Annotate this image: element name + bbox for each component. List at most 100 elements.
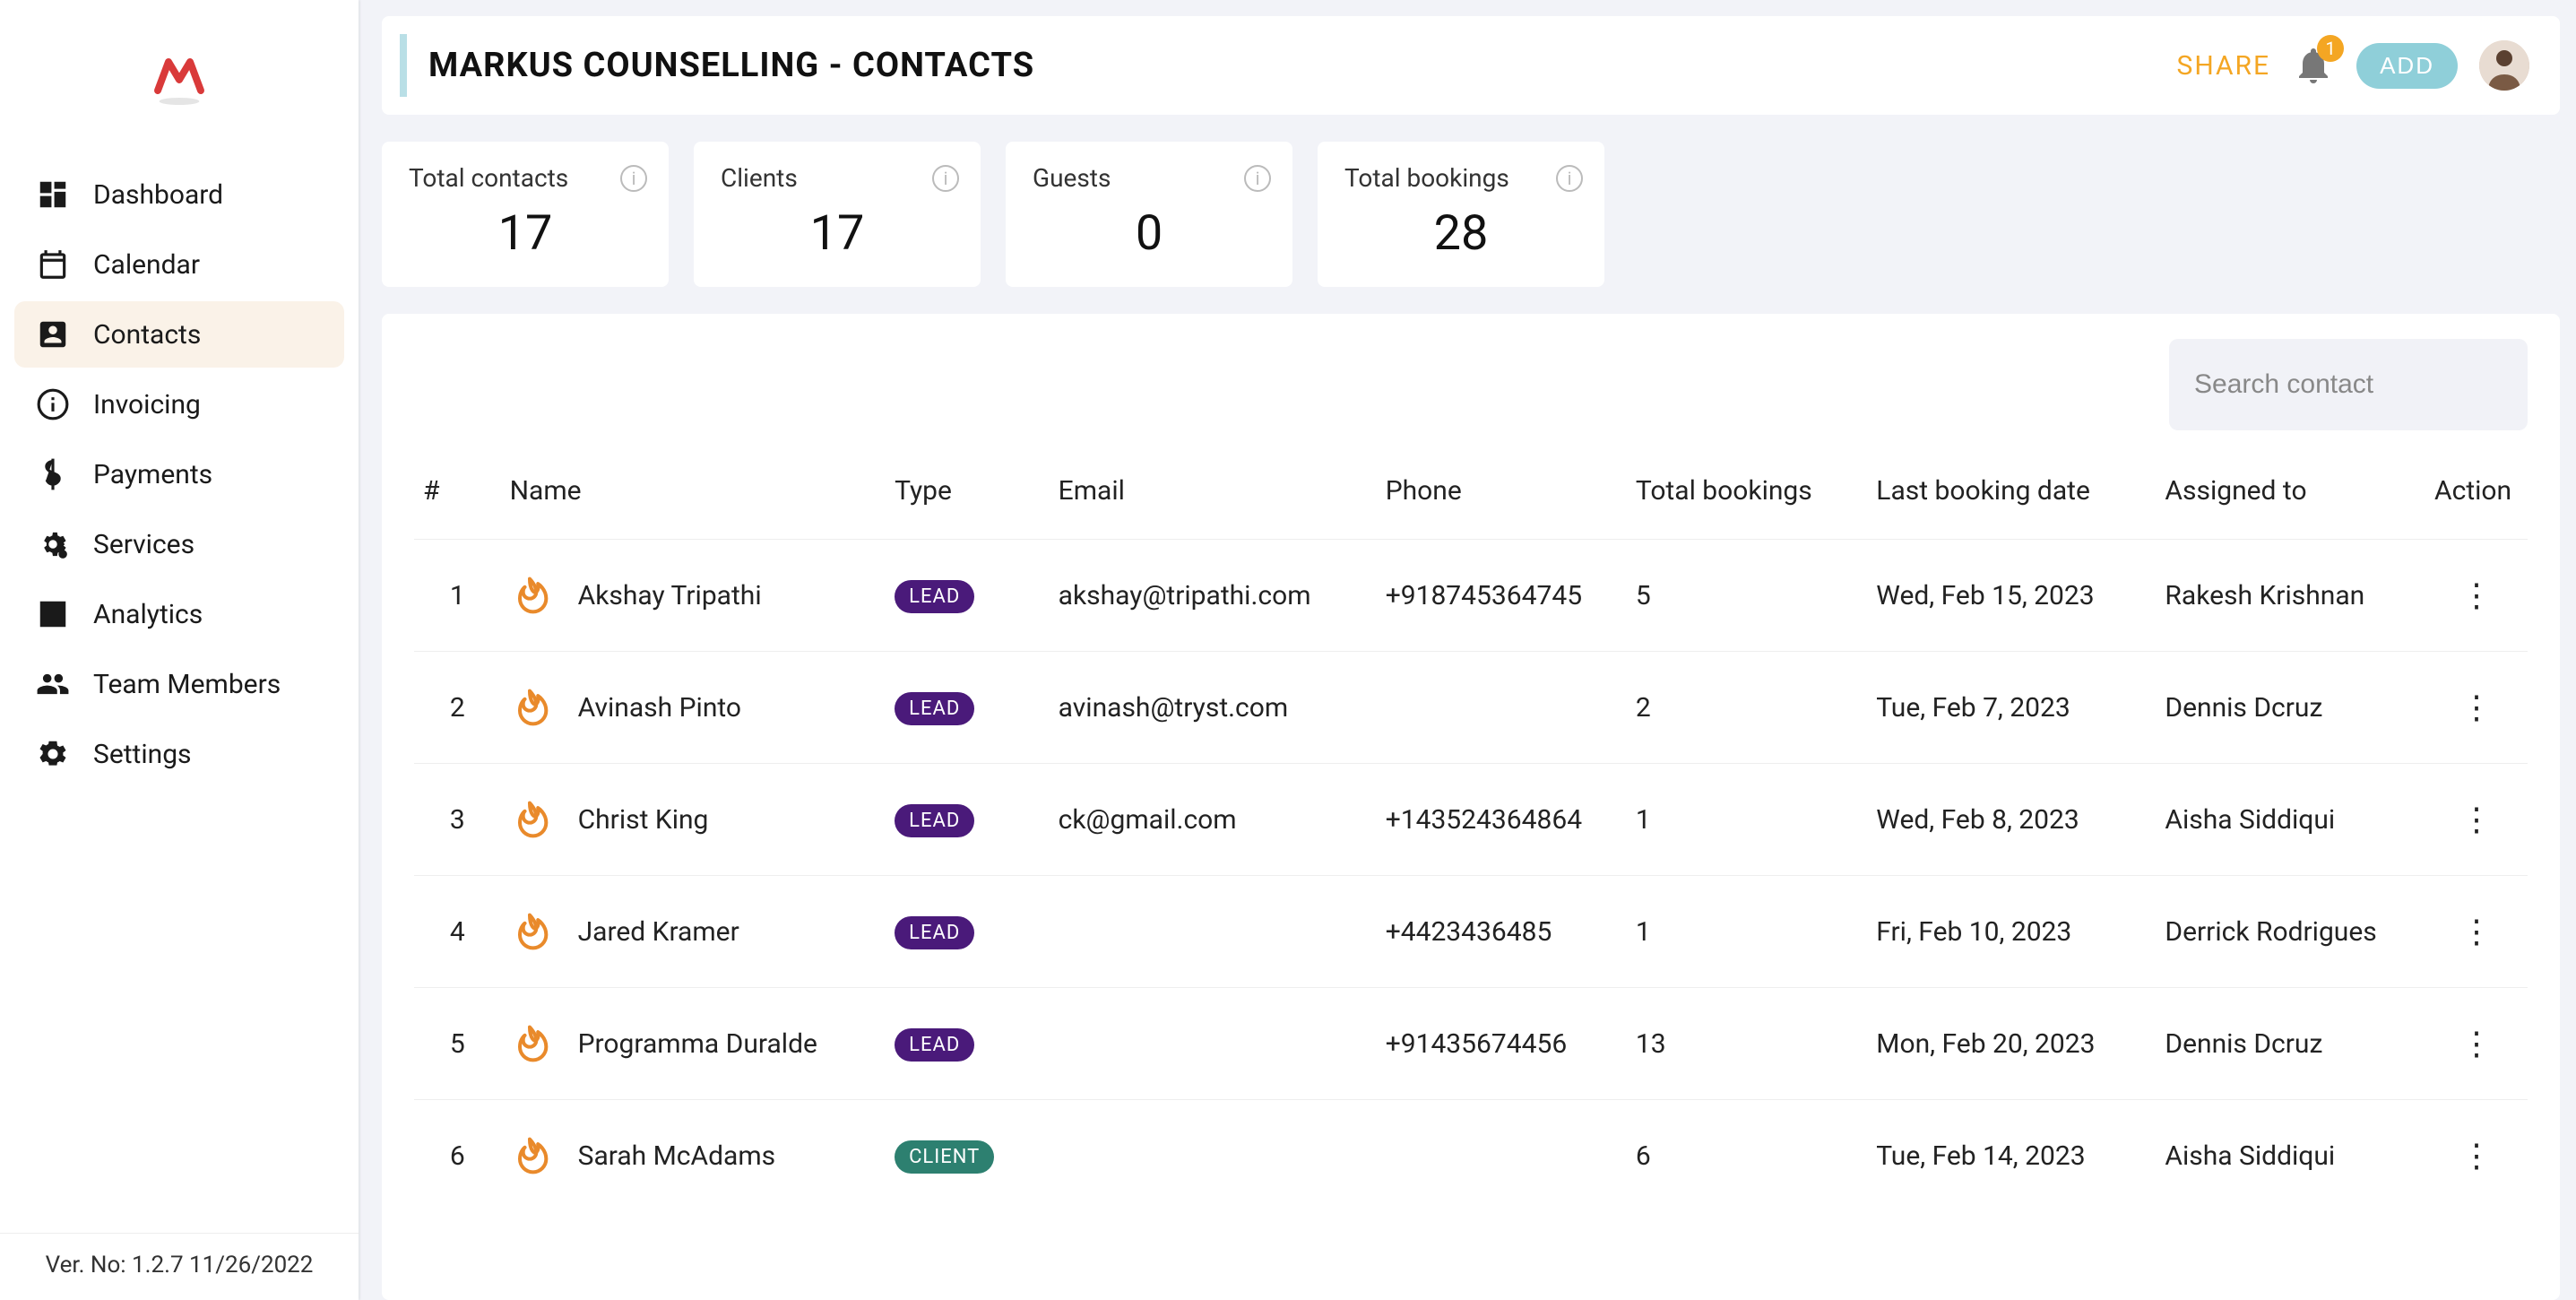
contacts-table: # Name Type Email Phone Total bookings L… — [414, 457, 2528, 1211]
dashboard-icon — [36, 178, 70, 212]
settings-icon — [36, 737, 70, 771]
notifications-button[interactable]: 1 — [2292, 44, 2335, 87]
sidebar-item-team-members[interactable]: Team Members — [14, 651, 344, 717]
payments-icon — [36, 457, 70, 491]
contact-assigned: Dennis Dcruz — [2156, 988, 2425, 1100]
contact-bookings: 5 — [1627, 540, 1867, 652]
contact-bookings: 6 — [1627, 1100, 1867, 1212]
stat-value: 28 — [1344, 205, 1578, 262]
contact-email: ck@gmail.com — [1050, 764, 1377, 876]
contact-assigned: Dennis Dcruz — [2156, 652, 2425, 764]
sidebar-item-label: Contacts — [93, 319, 201, 351]
services-icon — [36, 527, 70, 561]
calendar-icon — [36, 247, 70, 282]
col-type: Type — [886, 457, 1050, 540]
stat-value: 17 — [721, 205, 954, 262]
sidebar-item-settings[interactable]: Settings — [14, 721, 344, 787]
row-number: 4 — [414, 876, 501, 988]
col-bookings: Total bookings — [1627, 457, 1867, 540]
contact-email — [1050, 1100, 1377, 1212]
col-last: Last booking date — [1867, 457, 2156, 540]
stat-label: Clients — [721, 163, 954, 193]
table-row[interactable]: 2 Avinash Pinto LEAD avinash@tryst.com 2… — [414, 652, 2528, 764]
type-badge: LEAD — [895, 1028, 974, 1062]
sidebar-item-contacts[interactable]: Contacts — [14, 301, 344, 368]
sidebar-item-invoicing[interactable]: Invoicing — [14, 371, 344, 438]
stats-row: Total contacts 17 i Clients 17 i Guests … — [382, 142, 2560, 287]
sidebar-item-label: Analytics — [93, 599, 203, 630]
contact-name: Christ King — [578, 804, 709, 836]
avatar[interactable] — [2479, 40, 2529, 91]
contact-last-date: Fri, Feb 10, 2023 — [1867, 876, 2156, 988]
name-cell: Christ King — [510, 800, 877, 839]
main: MARKUS COUNSELLING - CONTACTS SHARE 1 AD… — [359, 0, 2576, 1300]
contact-last-date: Mon, Feb 20, 2023 — [1867, 988, 2156, 1100]
contact-last-date: Tue, Feb 7, 2023 — [1867, 652, 2156, 764]
sidebar-item-label: Invoicing — [93, 389, 201, 420]
sidebar-item-label: Team Members — [93, 669, 281, 700]
stat-card: Total bookings 28 i — [1318, 142, 1604, 287]
contact-name: Akshay Tripathi — [578, 580, 762, 611]
sidebar-item-label: Calendar — [93, 249, 200, 281]
contact-email — [1050, 876, 1377, 988]
stat-card: Clients 17 i — [694, 142, 981, 287]
titlebar-actions: SHARE 1 ADD — [2177, 40, 2530, 91]
info-icon[interactable]: i — [1244, 165, 1271, 192]
sidebar-item-services[interactable]: Services — [14, 511, 344, 577]
name-cell: Jared Kramer — [510, 912, 877, 951]
contact-assigned: Derrick Rodrigues — [2156, 876, 2425, 988]
row-number: 5 — [414, 988, 501, 1100]
row-number: 6 — [414, 1100, 501, 1212]
name-cell: Sarah McAdams — [510, 1136, 877, 1175]
info-icon[interactable]: i — [932, 165, 959, 192]
search-input[interactable] — [2194, 369, 2540, 400]
search-box — [2169, 339, 2528, 430]
sidebar-item-analytics[interactable]: Analytics — [14, 581, 344, 647]
sidebar-item-dashboard[interactable]: Dashboard — [14, 161, 344, 228]
table-row[interactable]: 5 Programma Duralde LEAD +91435674456 13… — [414, 988, 2528, 1100]
table-row[interactable]: 3 Christ King LEAD ck@gmail.com +1435243… — [414, 764, 2528, 876]
share-link[interactable]: SHARE — [2177, 50, 2271, 82]
nav: Dashboard Calendar Contacts Invoicing Paymen… — [0, 152, 359, 796]
name-cell: Programma Duralde — [510, 1024, 877, 1063]
row-actions-button[interactable]: ⋮ — [2460, 689, 2493, 726]
stat-label: Total bookings — [1344, 163, 1578, 193]
info-icon[interactable]: i — [620, 165, 647, 192]
contact-phone: +4423436485 — [1377, 876, 1627, 988]
sidebar-item-label: Services — [93, 529, 194, 560]
notification-badge: 1 — [2317, 35, 2344, 62]
sidebar-item-payments[interactable]: Payments — [14, 441, 344, 507]
row-number: 3 — [414, 764, 501, 876]
contact-phone: +143524364864 — [1377, 764, 1627, 876]
info-icon[interactable]: i — [1556, 165, 1583, 192]
table-row[interactable]: 4 Jared Kramer LEAD +4423436485 1 Fri, F… — [414, 876, 2528, 988]
col-assign: Assigned to — [2156, 457, 2425, 540]
contact-bookings: 1 — [1627, 764, 1867, 876]
flame-icon — [510, 800, 549, 839]
row-actions-button[interactable]: ⋮ — [2460, 913, 2493, 950]
page-title: MARKUS COUNSELLING - CONTACTS — [428, 46, 1034, 85]
sidebar-item-calendar[interactable]: Calendar — [14, 231, 344, 298]
col-action: Action — [2425, 457, 2528, 540]
table-card: # Name Type Email Phone Total bookings L… — [382, 314, 2560, 1300]
sidebar-item-label: Dashboard — [93, 179, 223, 211]
name-cell: Avinash Pinto — [510, 688, 877, 727]
contacts-icon — [36, 317, 70, 351]
table-row[interactable]: 1 Akshay Tripathi LEAD akshay@tripathi.c… — [414, 540, 2528, 652]
row-actions-button[interactable]: ⋮ — [2460, 1137, 2493, 1174]
contact-email: avinash@tryst.com — [1050, 652, 1377, 764]
contact-bookings: 13 — [1627, 988, 1867, 1100]
row-actions-button[interactable]: ⋮ — [2460, 1025, 2493, 1062]
row-actions-button[interactable]: ⋮ — [2460, 801, 2493, 838]
type-badge: LEAD — [895, 916, 974, 949]
logo — [0, 0, 359, 152]
table-header-row: # Name Type Email Phone Total bookings L… — [414, 457, 2528, 540]
contact-name: Avinash Pinto — [578, 692, 741, 724]
table-row[interactable]: 6 Sarah McAdams CLIENT 6 Tue, Feb 14, 20… — [414, 1100, 2528, 1212]
contact-phone: +91435674456 — [1377, 988, 1627, 1100]
contact-phone: +918745364745 — [1377, 540, 1627, 652]
analytics-icon — [36, 597, 70, 631]
contact-name: Jared Kramer — [578, 916, 739, 948]
add-button[interactable]: ADD — [2356, 43, 2458, 89]
row-actions-button[interactable]: ⋮ — [2460, 576, 2493, 614]
